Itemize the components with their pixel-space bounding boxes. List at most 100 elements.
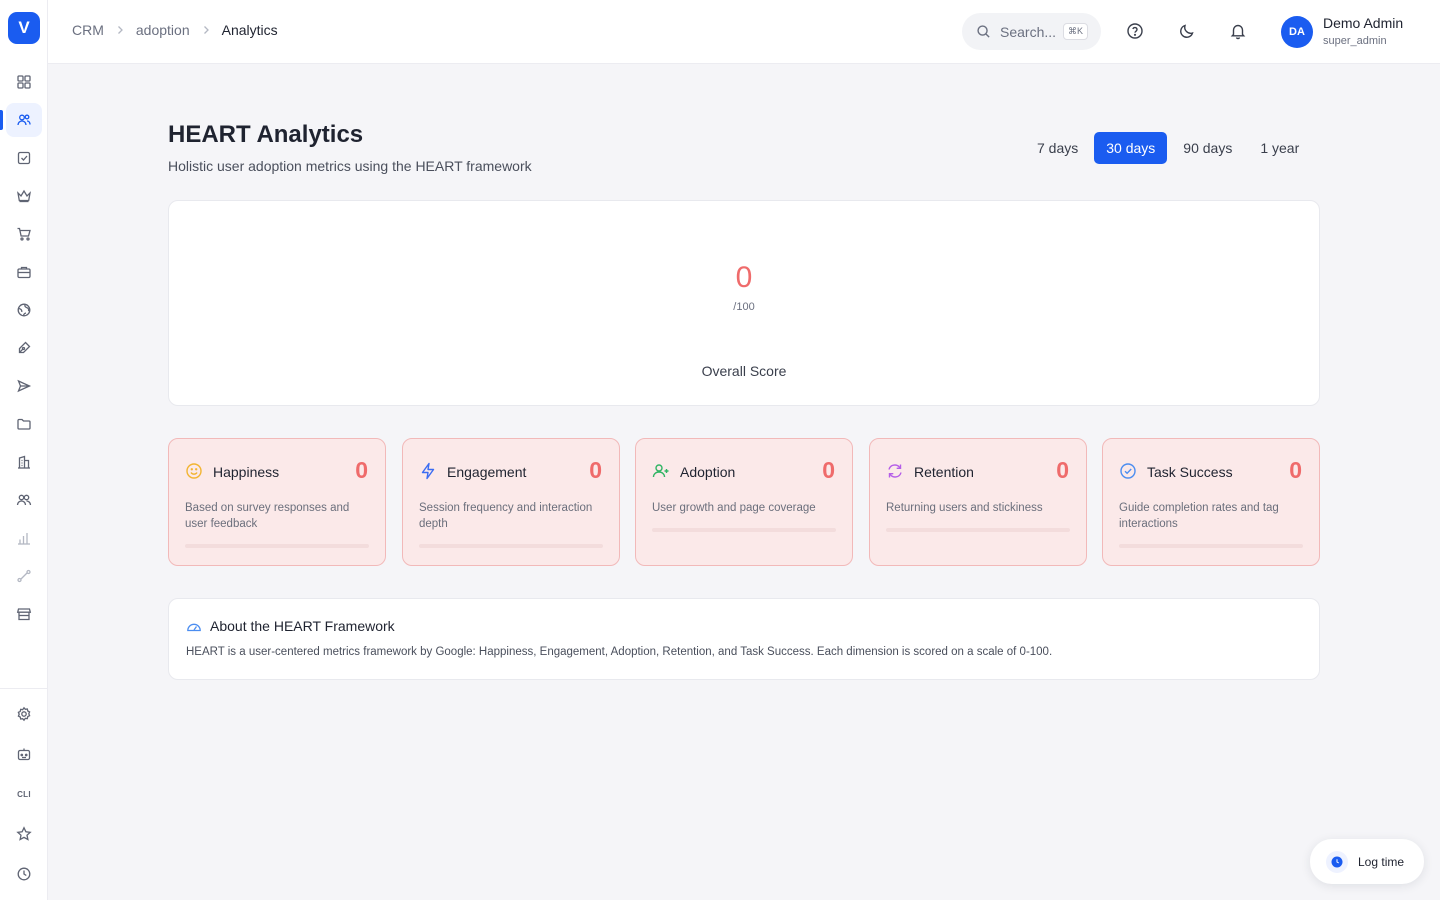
- metric-description: Based on survey responses and user feedb…: [185, 502, 350, 530]
- pen-tool-icon: [18, 341, 31, 354]
- bell-icon[interactable]: [1229, 22, 1247, 40]
- metric-progress-bar: [886, 528, 1070, 532]
- metric-description: Session frequency and interaction depth: [419, 502, 593, 530]
- metric-progress-bar: [652, 528, 836, 532]
- metric-card-adoption: Adoption 0 User growth and page coverage: [635, 438, 853, 566]
- sidebar-item-flows[interactable]: [6, 559, 42, 593]
- log-time-label: Log time: [1358, 854, 1405, 869]
- metric-card-task-success: Task Success 0 Guide completion rates an…: [1102, 438, 1320, 566]
- sidebar-item-favorites[interactable]: [6, 817, 42, 851]
- user-plus-icon: [652, 464, 669, 478]
- send-icon: [17, 379, 32, 393]
- sidebar-item-teams[interactable]: [6, 483, 42, 517]
- sidebar-item-companies[interactable]: [6, 445, 42, 479]
- sidebar-item-web[interactable]: [6, 293, 42, 327]
- sidebar-item-shop[interactable]: [6, 217, 42, 251]
- search-shortcut: ⌘K: [1063, 23, 1089, 40]
- metric-value: 0: [355, 457, 368, 483]
- timer-icon: [1331, 856, 1343, 867]
- metric-value: 0: [822, 457, 835, 483]
- chevron-right-icon: [117, 26, 123, 34]
- breadcrumb-current: Analytics: [221, 22, 278, 38]
- sidebar-divider: [0, 688, 48, 689]
- grid-icon: [17, 75, 31, 89]
- page-title: HEART Analytics: [168, 121, 364, 148]
- sidebar-item-bot[interactable]: [6, 737, 42, 771]
- team-icon: [16, 494, 32, 506]
- range-90-days[interactable]: 90 days: [1171, 132, 1244, 164]
- metric-card-happiness: Happiness 0 Based on survey responses an…: [168, 438, 386, 566]
- user-name[interactable]: Demo Admin: [1323, 15, 1403, 31]
- active-indicator: [0, 110, 3, 130]
- sidebar-item-products[interactable]: [6, 255, 42, 289]
- about-framework-card: About the HEART Framework HEART is a use…: [168, 598, 1320, 680]
- moon-icon[interactable]: [1178, 22, 1196, 40]
- sidebar-item-files[interactable]: [6, 407, 42, 441]
- metric-description: User growth and page coverage: [652, 502, 816, 514]
- sidebar-item-campaigns[interactable]: [6, 369, 42, 403]
- sidebar-item-settings[interactable]: [6, 697, 42, 731]
- clock-icon: [17, 867, 31, 881]
- store-icon: [16, 608, 32, 621]
- building-icon: [18, 455, 30, 469]
- avatar[interactable]: DA: [1281, 16, 1313, 48]
- search-icon: [977, 25, 990, 38]
- about-title: About the HEART Framework: [210, 618, 395, 634]
- help-icon[interactable]: [1126, 22, 1144, 40]
- sidebar-item-store[interactable]: [6, 597, 42, 631]
- route-icon: [17, 569, 31, 583]
- sidebar-item-premium[interactable]: [6, 179, 42, 213]
- metric-name: Engagement: [447, 464, 527, 480]
- gauge-icon: [187, 623, 201, 632]
- metric-name: Happiness: [213, 464, 280, 480]
- date-range-selector: 7 days 30 days 90 days 1 year: [1025, 132, 1315, 164]
- sidebar-item-reports[interactable]: [6, 521, 42, 555]
- metric-value: 0: [1056, 457, 1069, 483]
- checkbox-icon: [17, 151, 31, 165]
- metric-progress-bar: [185, 544, 369, 548]
- search-input[interactable]: [1000, 23, 1062, 40]
- range-1-year[interactable]: 1 year: [1248, 132, 1311, 164]
- metric-description: Returning users and stickiness: [886, 502, 1043, 514]
- search-box[interactable]: ⌘K: [962, 13, 1101, 50]
- log-time-button[interactable]: Log time: [1310, 839, 1424, 884]
- metric-value: 0: [1289, 457, 1302, 483]
- sidebar-item-history[interactable]: [6, 857, 42, 891]
- check-circle-icon: [1120, 463, 1136, 479]
- about-text: HEART is a user-centered metrics framewo…: [186, 646, 1053, 658]
- globe-icon: [17, 303, 31, 317]
- crown-icon: [17, 189, 31, 203]
- metric-card-engagement: Engagement 0 Session frequency and inter…: [402, 438, 620, 566]
- chevron-right-icon: [203, 26, 209, 34]
- zap-icon: [421, 462, 435, 480]
- range-30-days[interactable]: 30 days: [1094, 132, 1168, 164]
- metric-name: Adoption: [680, 464, 736, 480]
- metric-progress-bar: [1119, 544, 1303, 548]
- sidebar-item-crm[interactable]: [6, 103, 42, 137]
- bar-chart-icon: [18, 533, 30, 545]
- overall-score-value: 0: [735, 261, 753, 294]
- briefcase-icon: [17, 266, 31, 279]
- refresh-icon: [888, 464, 902, 478]
- cli-label: CLI: [17, 789, 31, 799]
- breadcrumb-crm[interactable]: CRM: [72, 22, 104, 38]
- metric-value: 0: [589, 457, 602, 483]
- overall-score-card: 0 /100 Overall Score: [168, 200, 1320, 406]
- sidebar-item-tasks[interactable]: [6, 141, 42, 175]
- metric-card-retention: Retention 0 Returning users and stickine…: [869, 438, 1087, 566]
- sidebar: V CLI: [0, 0, 48, 900]
- app-logo[interactable]: V: [8, 12, 40, 44]
- cart-icon: [17, 227, 31, 241]
- sidebar-item-dashboard[interactable]: [6, 65, 42, 99]
- users-icon: [17, 114, 31, 126]
- metric-progress-bar: [419, 544, 603, 548]
- sidebar-item-cli[interactable]: CLI: [6, 777, 42, 811]
- user-role: super_admin: [1323, 35, 1387, 47]
- sidebar-item-design[interactable]: [6, 331, 42, 365]
- breadcrumb-adoption[interactable]: adoption: [136, 22, 190, 38]
- range-7-days[interactable]: 7 days: [1025, 132, 1090, 164]
- star-icon: [16, 826, 32, 841]
- top-header: CRM adoption Analytics ⌘K DA Demo Admin …: [48, 0, 1440, 64]
- gear-icon: [17, 706, 31, 722]
- page-subtitle: Holistic user adoption metrics using the…: [168, 158, 532, 174]
